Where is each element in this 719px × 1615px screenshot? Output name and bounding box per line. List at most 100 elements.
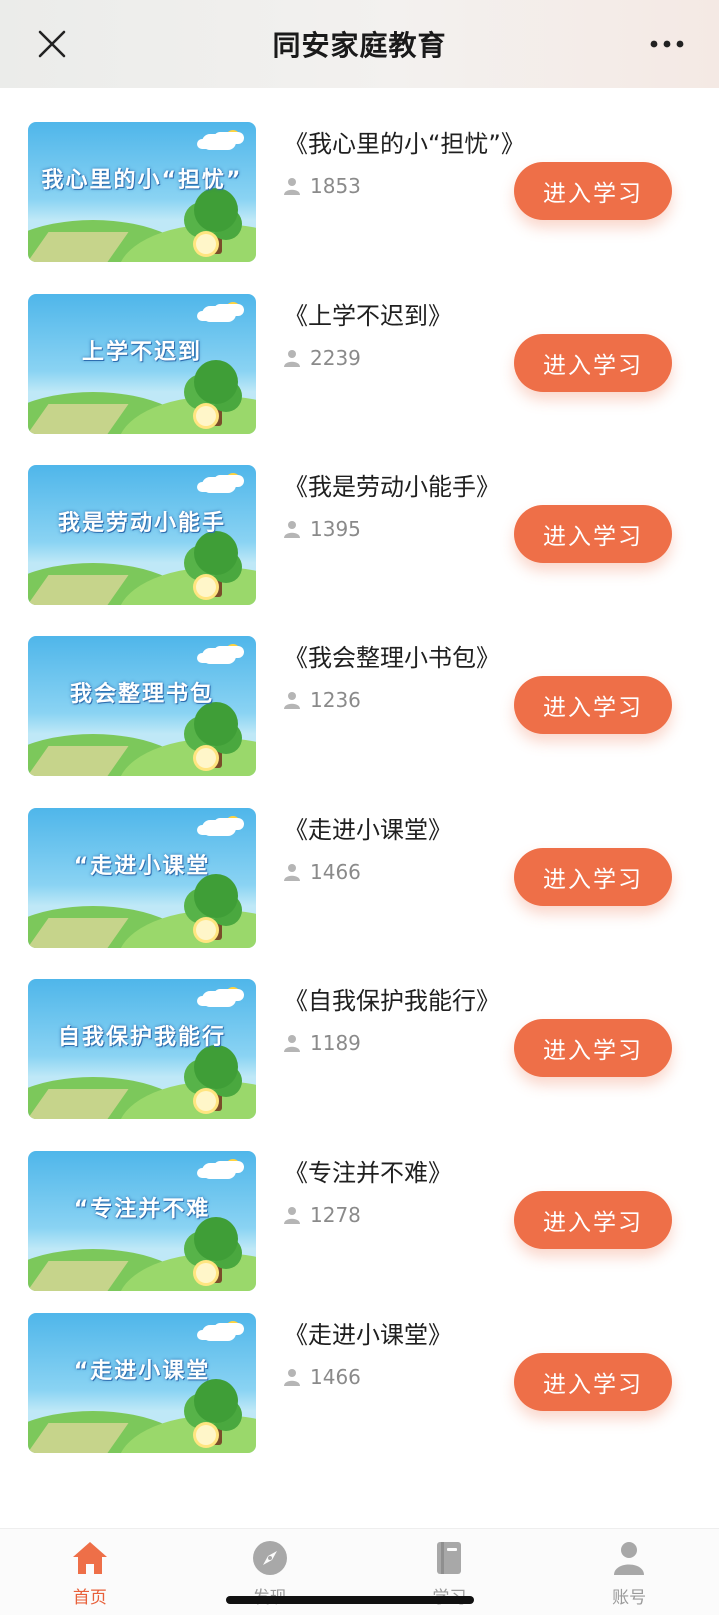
course-thumbnail[interactable]: 我会整理书包 xyxy=(28,636,256,776)
tree-decoration xyxy=(194,1217,238,1261)
view-count: 1466 xyxy=(284,1365,361,1389)
flower-decoration xyxy=(196,406,216,426)
course-item: 我心里的小“担忧” 《我心里的小“担忧”》 1853 进入学习 xyxy=(0,88,719,264)
cloud-decoration xyxy=(202,820,236,836)
flower-decoration xyxy=(196,920,216,940)
home-indicator xyxy=(226,1596,474,1604)
more-icon[interactable] xyxy=(649,32,685,56)
user-icon xyxy=(614,1542,645,1575)
course-thumbnail[interactable]: 自我保护我能行 xyxy=(28,979,256,1119)
person-icon xyxy=(284,350,300,367)
book-icon xyxy=(437,1542,462,1574)
person-icon xyxy=(284,1207,300,1224)
view-count-value: 1466 xyxy=(310,860,361,884)
course-thumbnail[interactable]: 我心里的小“担忧” xyxy=(28,122,256,262)
tab-label: 账号 xyxy=(612,1588,647,1608)
flower-decoration xyxy=(196,1425,216,1445)
tree-decoration xyxy=(194,360,238,404)
thumbnail-title: “走进小课堂 xyxy=(73,854,211,879)
course-thumbnail[interactable]: “走进小课堂 xyxy=(28,1313,256,1453)
tree-decoration xyxy=(194,1379,238,1423)
course-thumbnail[interactable]: “走进小课堂 xyxy=(28,808,256,948)
view-count-value: 1466 xyxy=(310,1365,361,1389)
course-title[interactable]: 《专注并不难》 xyxy=(284,1153,452,1188)
enter-study-button[interactable]: 进入学习 xyxy=(514,334,672,392)
view-count: 1189 xyxy=(284,1031,361,1055)
enter-study-button[interactable]: 进入学习 xyxy=(514,1353,672,1411)
course-title[interactable]: 《走进小课堂》 xyxy=(284,810,452,845)
course-title[interactable]: 《我是劳动小能手》 xyxy=(284,467,500,502)
close-icon[interactable] xyxy=(36,28,68,60)
course-thumbnail[interactable]: 我是劳动小能手 xyxy=(28,465,256,605)
cloud-decoration xyxy=(202,648,236,664)
cloud-decoration xyxy=(202,1163,236,1179)
view-count-value: 1395 xyxy=(310,517,361,541)
enter-study-button[interactable]: 进入学习 xyxy=(514,848,672,906)
view-count: 2239 xyxy=(284,346,361,370)
cloud-decoration xyxy=(202,1325,236,1341)
person-icon xyxy=(284,1035,300,1052)
person-icon xyxy=(284,178,300,195)
course-item: 自我保护我能行 《自我保护我能行》 1189 进入学习 xyxy=(0,945,719,1121)
course-title[interactable]: 《上学不迟到》 xyxy=(284,296,452,331)
person-icon xyxy=(284,692,300,709)
view-count-value: 2239 xyxy=(310,346,361,370)
course-item: “走进小课堂 《走进小课堂》 1466 进入学习 xyxy=(0,774,719,950)
thumbnail-title: “走进小课堂 xyxy=(73,1359,211,1384)
top-bar: 同安家庭教育 xyxy=(0,0,719,88)
thumbnail-title: 上学不迟到 xyxy=(81,340,202,365)
view-count: 1466 xyxy=(284,860,361,884)
tab-label: 首页 xyxy=(72,1588,107,1608)
view-count-value: 1278 xyxy=(310,1203,361,1227)
tree-decoration xyxy=(194,702,238,746)
enter-study-button[interactable]: 进入学习 xyxy=(514,162,672,220)
thumbnail-title: “专注并不难 xyxy=(73,1197,211,1222)
flower-decoration xyxy=(196,234,216,254)
cloud-decoration xyxy=(202,991,236,1007)
tab-account[interactable]: 账号 xyxy=(539,1529,719,1615)
person-icon xyxy=(284,1369,300,1386)
thumbnail-title: 自我保护我能行 xyxy=(57,1025,226,1050)
view-count: 1395 xyxy=(284,517,361,541)
course-list: 我心里的小“担忧” 《我心里的小“担忧”》 1853 进入学习 上学不迟到 《上… xyxy=(0,88,719,1528)
course-item: 我是劳动小能手 《我是劳动小能手》 1395 进入学习 xyxy=(0,431,719,607)
view-count: 1853 xyxy=(284,174,361,198)
thumbnail-title: 我会整理书包 xyxy=(69,682,214,707)
course-title[interactable]: 《我会整理小书包》 xyxy=(284,638,500,673)
enter-study-button[interactable]: 进入学习 xyxy=(514,1019,672,1077)
course-title[interactable]: 《自我保护我能行》 xyxy=(284,981,500,1016)
view-count: 1236 xyxy=(284,688,361,712)
flower-decoration xyxy=(196,1091,216,1111)
compass-icon xyxy=(252,1541,287,1575)
enter-study-button[interactable]: 进入学习 xyxy=(514,505,672,563)
tab-home[interactable]: 首页 xyxy=(0,1529,180,1615)
tree-decoration xyxy=(194,188,238,232)
tree-decoration xyxy=(194,531,238,575)
tree-decoration xyxy=(194,874,238,918)
view-count-value: 1853 xyxy=(310,174,361,198)
course-thumbnail[interactable]: 上学不迟到 xyxy=(28,294,256,434)
course-title[interactable]: 《我心里的小“担忧”》 xyxy=(284,124,525,159)
course-title[interactable]: 《走进小课堂》 xyxy=(284,1315,452,1350)
person-icon xyxy=(284,521,300,538)
course-item: 我会整理书包 《我会整理小书包》 1236 进入学习 xyxy=(0,602,719,778)
course-item: “专注并不难 《专注并不难》 1278 进入学习 xyxy=(0,1117,719,1293)
enter-study-button[interactable]: 进入学习 xyxy=(514,1191,672,1249)
cloud-decoration xyxy=(202,477,236,493)
flower-decoration xyxy=(196,748,216,768)
enter-study-button[interactable]: 进入学习 xyxy=(514,676,672,734)
cloud-decoration xyxy=(202,306,236,322)
course-item: 上学不迟到 《上学不迟到》 2239 进入学习 xyxy=(0,260,719,436)
tree-decoration xyxy=(194,1045,238,1089)
view-count-value: 1189 xyxy=(310,1031,361,1055)
course-thumbnail[interactable]: “专注并不难 xyxy=(28,1151,256,1291)
flower-decoration xyxy=(196,577,216,597)
thumbnail-title: 我是劳动小能手 xyxy=(57,511,226,536)
person-icon xyxy=(284,864,300,881)
view-count: 1278 xyxy=(284,1203,361,1227)
thumbnail-title: 我心里的小“担忧” xyxy=(41,168,243,193)
home-icon xyxy=(72,1542,107,1574)
course-item: “走进小课堂 《走进小课堂》 1466 进入学习 xyxy=(0,1279,719,1455)
page-title: 同安家庭教育 xyxy=(272,29,447,62)
cloud-decoration xyxy=(202,134,236,150)
